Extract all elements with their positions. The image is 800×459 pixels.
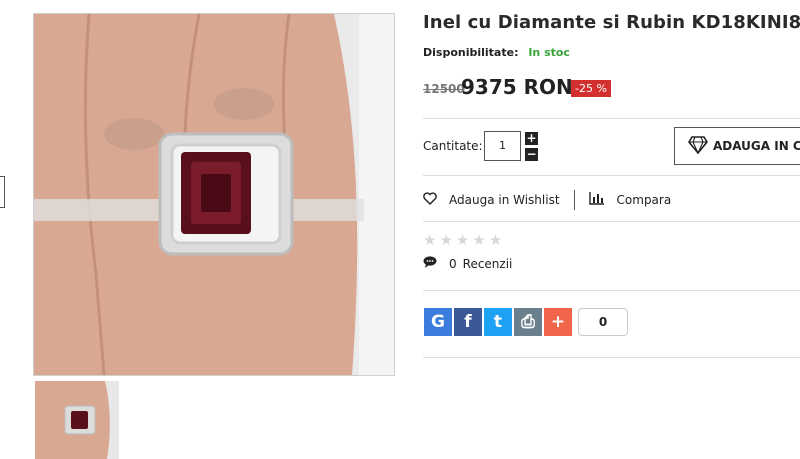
old-price: 12500 <box>423 82 465 96</box>
twitter-share-button[interactable]: t <box>484 308 512 336</box>
comment-icon <box>423 256 437 271</box>
reviews-row[interactable]: 0 Recenzii <box>423 256 512 271</box>
quantity-decrease-button[interactable]: − <box>525 148 538 161</box>
star-icon[interactable]: ★ <box>472 233 485 248</box>
star-icon[interactable]: ★ <box>423 233 436 248</box>
compare-link[interactable]: Compara <box>617 193 672 207</box>
facebook-share-button[interactable]: f <box>454 308 482 336</box>
product-title: Inel cu Diamante si Rubin KD18KINI8 <box>423 12 800 33</box>
quantity-increase-button[interactable]: + <box>525 132 538 145</box>
carousel-edge[interactable] <box>0 176 5 208</box>
reviews-label: Recenzii <box>462 256 513 271</box>
heart-icon[interactable] <box>423 192 437 208</box>
availability-value: In stoc <box>528 46 570 59</box>
twitter-icon: t <box>493 312 503 332</box>
quantity-input[interactable]: 1 <box>484 131 521 161</box>
print-button[interactable]: ⎙ <box>514 308 542 336</box>
wishlist-link[interactable]: Adauga in Wishlist <box>449 193 560 207</box>
bar-chart-icon[interactable] <box>588 192 605 208</box>
ring-thumbnail-photo <box>35 381 119 459</box>
availability: Disponibilitate: In stoc <box>423 46 570 59</box>
plus-share-icon: + <box>550 312 566 332</box>
availability-label: Disponibilitate: <box>423 46 519 59</box>
google-share-button[interactable]: G <box>424 308 452 336</box>
wishlist-compare-row: Adauga in Wishlist Compara <box>423 190 671 210</box>
facebook-icon: f <box>464 312 472 332</box>
star-icon[interactable]: ★ <box>456 233 469 248</box>
google-icon: G <box>431 312 445 332</box>
star-icon[interactable]: ★ <box>439 233 452 248</box>
ring-photo <box>34 14 394 375</box>
add-to-cart-button[interactable]: ADAUGA IN COS <box>674 127 800 165</box>
rating-stars[interactable]: ★ ★ ★ ★ ★ <box>423 233 502 248</box>
separator <box>573 190 575 210</box>
more-share-button[interactable]: + <box>544 308 572 336</box>
discount-badge: -25 % <box>571 80 611 97</box>
divider <box>423 290 800 291</box>
divider <box>423 118 800 119</box>
product-thumbnail[interactable] <box>35 381 119 459</box>
share-count: 0 <box>578 308 628 336</box>
star-icon[interactable]: ★ <box>489 233 502 248</box>
product-main-image[interactable] <box>33 13 395 376</box>
divider <box>423 357 800 358</box>
divider <box>423 221 800 222</box>
share-bar: G f t ⎙ + 0 <box>424 308 628 336</box>
quantity-label: Cantitate: <box>423 139 483 153</box>
add-to-cart-label: ADAUGA IN COS <box>713 139 800 153</box>
print-icon: ⎙ <box>521 312 535 332</box>
review-count: 0 <box>449 256 457 271</box>
current-price: 9375 RON <box>461 75 573 99</box>
diamond-icon <box>688 135 708 157</box>
divider <box>423 175 800 176</box>
